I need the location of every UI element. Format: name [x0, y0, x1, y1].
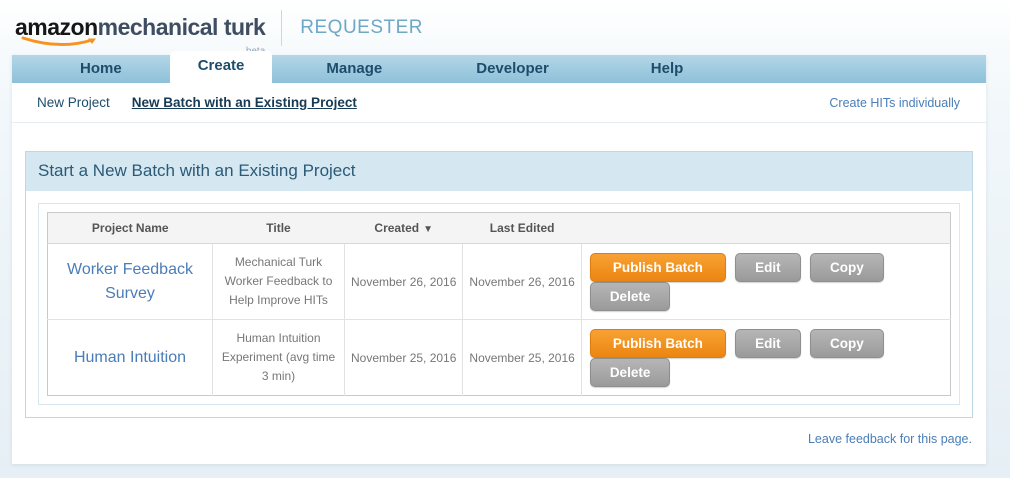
- mturk-logo[interactable]: amazon mechanical turk beta: [15, 14, 266, 57]
- table-row: Worker Feedback Survey Mechanical Turk W…: [47, 243, 951, 320]
- project-title: Mechanical Turk Worker Feedback to Help …: [212, 243, 345, 320]
- column-header-last-edited[interactable]: Last Edited: [462, 212, 582, 244]
- column-header-created[interactable]: Created ▼: [344, 212, 463, 244]
- copy-button[interactable]: Copy: [810, 252, 884, 282]
- tab-developer[interactable]: Developer: [448, 55, 577, 83]
- tab-create[interactable]: Create: [169, 51, 273, 83]
- requester-label: REQUESTER: [300, 16, 424, 38]
- project-last-edited-date: November 25, 2016: [462, 319, 582, 396]
- project-created-date: November 26, 2016: [343, 243, 463, 320]
- column-header-actions: [581, 212, 951, 244]
- column-header-created-label: Created: [374, 221, 420, 235]
- logo-mechanical-turk-text: mechanical turk: [97, 14, 266, 40]
- delete-button[interactable]: Delete: [589, 281, 671, 311]
- tab-manage[interactable]: Manage: [298, 55, 410, 83]
- edit-button[interactable]: Edit: [735, 252, 801, 282]
- subnav-new-batch-link[interactable]: New Batch with an Existing Project: [132, 95, 357, 110]
- project-last-edited-date: November 26, 2016: [462, 243, 582, 320]
- table-row: Human Intuition Human Intuition Experime…: [47, 319, 951, 396]
- create-hits-individually-link[interactable]: Create HITs individually: [829, 96, 960, 110]
- subnav-new-project-link[interactable]: New Project: [37, 95, 110, 110]
- top-header: amazon mechanical turk beta REQUESTER: [0, 0, 1010, 57]
- tab-home[interactable]: Home: [52, 55, 150, 83]
- projects-table: Project Name Title Created ▼ Last Edited …: [47, 212, 951, 396]
- publish-batch-button[interactable]: Publish Batch: [589, 252, 726, 282]
- project-title: Human Intuition Experiment (avg time 3 m…: [212, 319, 345, 396]
- leave-feedback-link[interactable]: Leave feedback for this page.: [808, 432, 972, 446]
- secondary-nav: New Project New Batch with an Existing P…: [12, 83, 986, 123]
- edit-button[interactable]: Edit: [735, 328, 801, 358]
- panel-body: Project Name Title Created ▼ Last Edited …: [26, 191, 972, 417]
- table-header-row: Project Name Title Created ▼ Last Edited: [47, 212, 951, 244]
- tab-help[interactable]: Help: [623, 55, 712, 83]
- primary-nav-tabbar: Home Create Manage Developer Help: [12, 51, 986, 83]
- delete-button[interactable]: Delete: [589, 357, 671, 387]
- project-actions: Publish Batch Edit Copy Delete: [580, 243, 951, 320]
- projects-table-wrapper: Project Name Title Created ▼ Last Edited …: [38, 203, 960, 405]
- main-container: Home Create Manage Developer Help New Pr…: [12, 51, 986, 464]
- header-divider: [281, 9, 283, 46]
- new-batch-panel: Start a New Batch with an Existing Proje…: [25, 151, 973, 418]
- amazon-smile-icon: [21, 36, 96, 47]
- project-actions: Publish Batch Edit Copy Delete: [580, 319, 951, 396]
- sort-desc-icon: ▼: [423, 224, 433, 235]
- column-header-project-name[interactable]: Project Name: [47, 212, 213, 244]
- copy-button[interactable]: Copy: [810, 328, 884, 358]
- project-name-link[interactable]: Worker Feedback Survey: [67, 261, 193, 301]
- container-footer: Leave feedback for this page.: [12, 418, 986, 464]
- column-header-title[interactable]: Title: [212, 212, 345, 244]
- project-name-link[interactable]: Human Intuition: [74, 349, 186, 366]
- publish-batch-button[interactable]: Publish Batch: [589, 328, 726, 358]
- panel-title: Start a New Batch with an Existing Proje…: [26, 152, 972, 191]
- project-created-date: November 25, 2016: [343, 319, 463, 396]
